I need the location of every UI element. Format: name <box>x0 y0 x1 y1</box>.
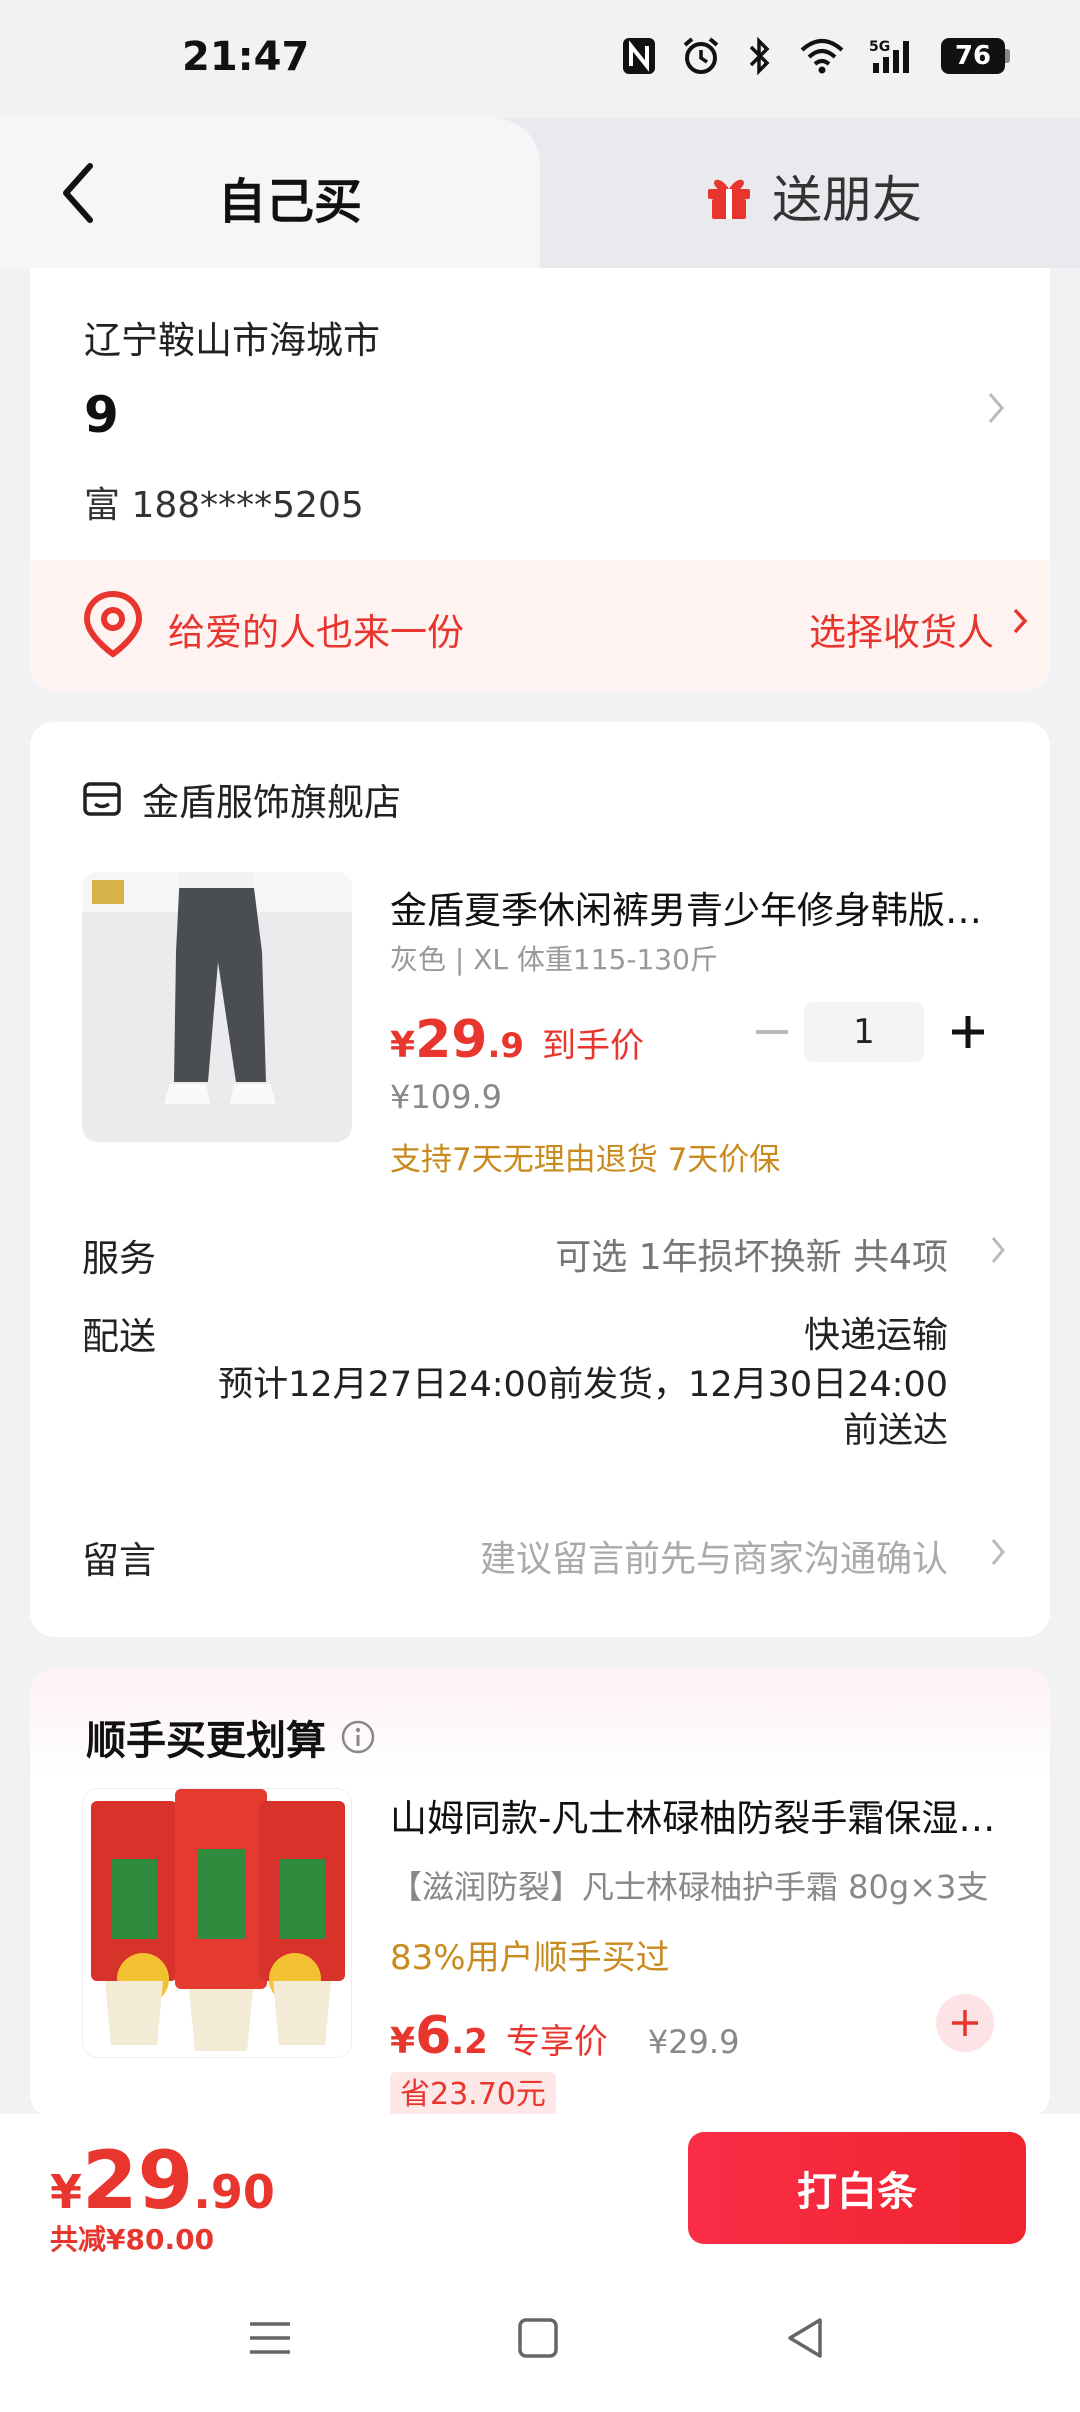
alarm-icon <box>683 37 719 74</box>
price-decimal: .9 <box>487 1026 525 1066</box>
total-price: ¥ 29 .90 <box>50 2134 275 2227</box>
address-card[interactable]: 辽宁鞍山市海城市 9 富 188****5205 给爱的人也来一份 选择收货人 <box>30 268 1050 690</box>
price-integer: 6 <box>415 2006 452 2066</box>
tab-gift[interactable]: 送朋友 <box>704 160 922 232</box>
price-symbol: ¥ <box>390 1025 416 1066</box>
upsell-original-price: ¥29.9 <box>647 2023 740 2061</box>
price-symbol: ¥ <box>390 2021 416 2062</box>
total-symbol: ¥ <box>50 2165 83 2219</box>
quantity-input[interactable]: 1 <box>804 1002 924 1062</box>
product-badges: 支持7天无理由退货 7天价保 <box>390 1142 781 1178</box>
upsell-card: 顺手买更划算 山姆同款-凡士林碌柚防裂手霜保湿滋润 【滋润防裂】凡士林碌柚护手霜… <box>30 1668 1050 2118</box>
product-spec[interactable]: 灰色 | XL 体重115-130斤 <box>390 938 718 978</box>
original-price: ¥109.9 <box>390 1078 502 1116</box>
home-icon[interactable] <box>512 2312 564 2364</box>
address-detail: 9 <box>84 386 119 444</box>
product-title[interactable]: 金盾夏季休闲裤男青少年修身韩版直筒长裤 <box>390 880 1010 934</box>
price-tag: 到手价 <box>542 1026 645 1066</box>
tab-gift-label: 送朋友 <box>772 171 922 229</box>
delivery-method: 快递运输 <box>803 1315 948 1356</box>
price-integer: 29 <box>415 1010 488 1070</box>
pants-image <box>82 872 352 1142</box>
upsell-product-title[interactable]: 山姆同款-凡士林碌柚防裂手霜保湿滋润 <box>390 1788 1010 1842</box>
shop-name: 金盾服饰旗舰店 <box>142 781 401 824</box>
order-card: 金盾服饰旗舰店 金盾夏季休闲裤男青少年修身韩版直筒长裤 灰色 | XL 体重11… <box>30 722 1050 1637</box>
checkout-bar: ¥ 29 .90 共减¥80.00 打白条 <box>0 2114 1080 2412</box>
upsell-product-subtitle: 【滋润防裂】凡士林碌柚护手霜 80g×3支 <box>390 1868 989 1906</box>
total-integer: 29 <box>82 2134 194 2227</box>
nfc-icon <box>623 38 655 74</box>
delivery-label: 配送 <box>82 1315 156 1358</box>
upsell-header: 顺手买更划算 <box>86 1708 376 1766</box>
service-label: 服务 <box>82 1237 156 1280</box>
upsell-price: ¥ 6 .2 专享价 ¥29.9 <box>390 2006 739 2066</box>
system-nav-bar <box>0 2300 1080 2376</box>
menu-icon[interactable] <box>244 2312 296 2364</box>
back-icon[interactable] <box>56 158 106 228</box>
gift-icon <box>708 179 750 219</box>
gift-banner[interactable]: 给爱的人也来一份 选择收货人 <box>30 560 1050 690</box>
total-decimal: .90 <box>193 2165 275 2219</box>
svg-text:5G: 5G <box>869 39 890 55</box>
gift-banner-text: 给爱的人也来一份 <box>168 611 464 654</box>
battery-icon: 76 <box>941 38 1010 74</box>
tab-self-label: 自己买 <box>218 174 363 230</box>
upsell-save-badge: 省23.70元 <box>390 2072 556 2118</box>
choose-recipient-link[interactable]: 选择收货人 <box>809 602 994 656</box>
upsell-product-stat: 83%用户顺手买过 <box>390 1938 670 1978</box>
chevron-right-icon <box>991 1237 1005 1263</box>
address-region: 辽宁鞍山市海城市 <box>84 319 380 362</box>
upsell-product-image[interactable] <box>82 1788 352 2058</box>
delivery-eta: 预计12月27日24:00前发货，12月30日24:00前送达 <box>218 1365 948 1451</box>
status-bar: 21:47 5G 76 <box>0 0 1080 115</box>
product-image[interactable] <box>82 872 352 1142</box>
bluetooth-icon <box>749 36 770 76</box>
status-time: 21:47 <box>182 34 310 80</box>
address-contact: 富 188****5205 <box>84 485 364 526</box>
chevron-right-icon <box>1013 608 1028 634</box>
shop-row[interactable]: 金盾服饰旗舰店 <box>82 772 401 826</box>
quantity-increase-button[interactable] <box>938 1002 998 1062</box>
product-price: ¥ 29 .9 到手价 <box>390 1010 644 1070</box>
message-input[interactable]: 建议留言前先与商家沟通确认 <box>480 1530 948 1582</box>
tab-self[interactable]: 自己买 <box>0 118 540 268</box>
location-pin-icon <box>83 590 143 658</box>
add-upsell-button[interactable] <box>936 1994 994 2052</box>
shop-icon <box>83 782 121 816</box>
price-tag: 专享价 <box>505 2022 608 2062</box>
status-icons: 5G 76 <box>621 36 1010 76</box>
info-icon[interactable] <box>340 1719 376 1755</box>
hand-cream-image <box>83 1789 351 2057</box>
pay-button[interactable]: 打白条 <box>688 2132 1026 2244</box>
total-discount[interactable]: 共减¥80.00 <box>50 2218 214 2258</box>
tab-header: 自己买 送朋友 <box>0 118 1080 268</box>
price-decimal: .2 <box>451 2022 488 2062</box>
battery-level: 76 <box>941 38 1005 74</box>
message-label: 留言 <box>82 1539 156 1582</box>
chevron-right-icon <box>988 393 1004 423</box>
service-value[interactable]: 可选 1年损坏换新 共4项 <box>555 1228 948 1280</box>
chevron-right-icon <box>991 1539 1005 1565</box>
back-nav-icon[interactable] <box>780 2312 832 2364</box>
signal-5g-icon: 5G <box>869 39 909 73</box>
upsell-title: 顺手买更划算 <box>86 1718 326 1764</box>
quantity-decrease-button[interactable] <box>742 1002 802 1062</box>
wifi-icon <box>800 39 844 74</box>
